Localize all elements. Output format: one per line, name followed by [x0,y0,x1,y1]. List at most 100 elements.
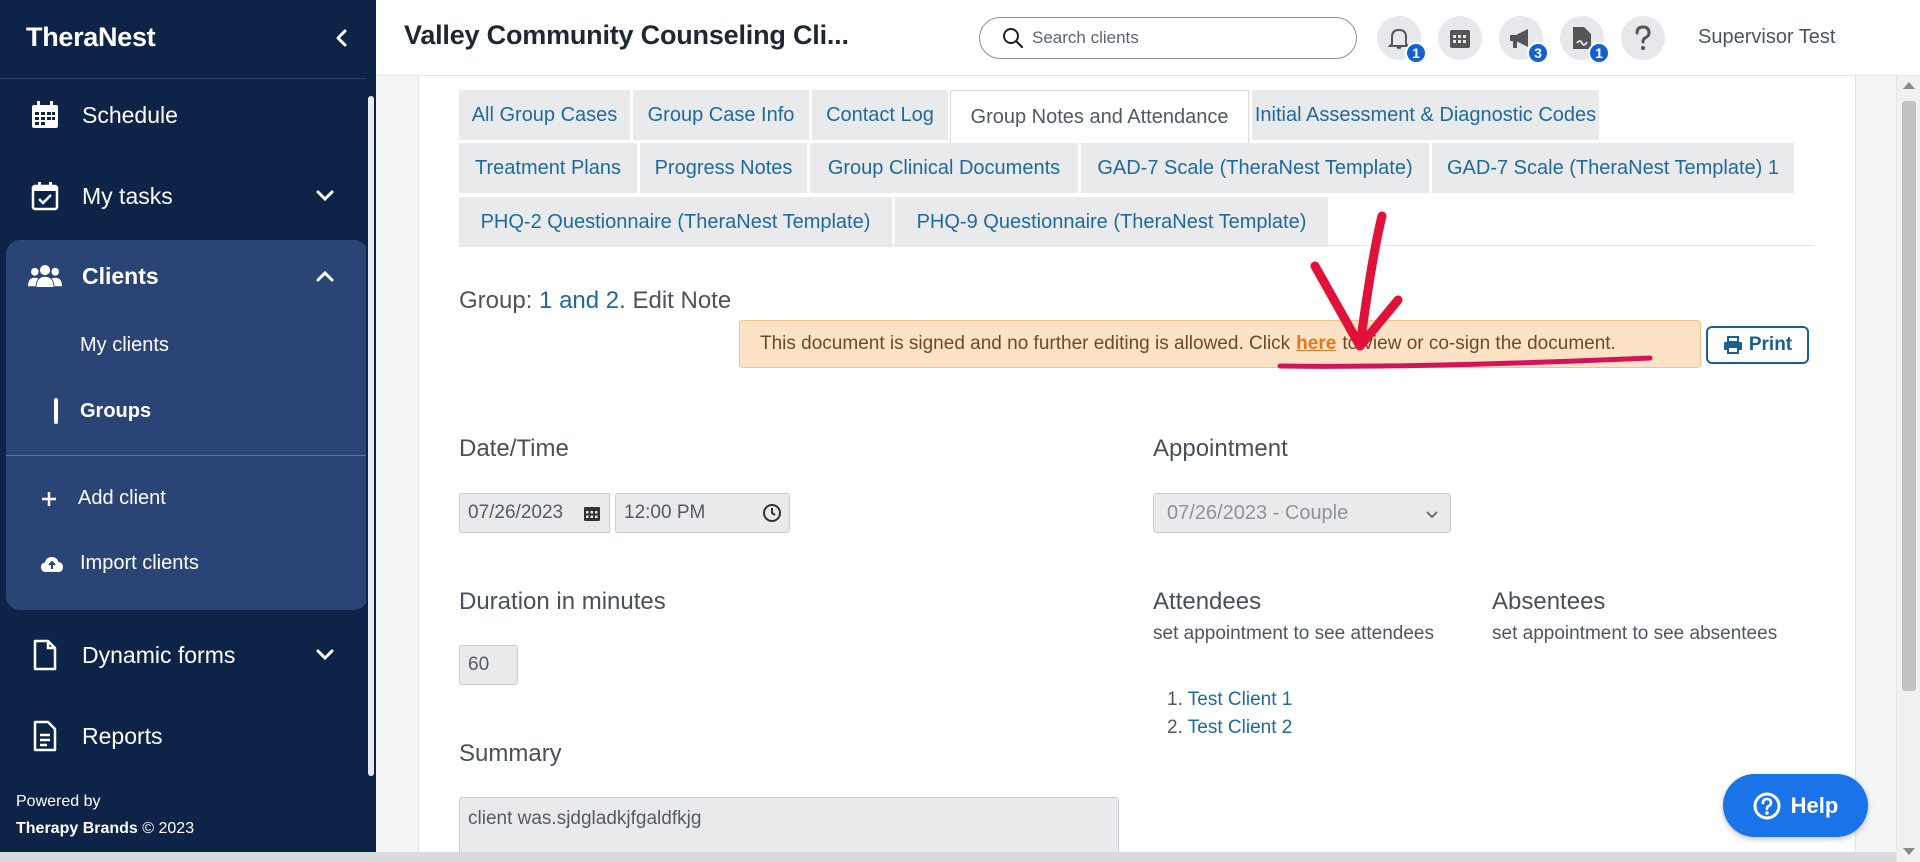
calendar-icon [1450,30,1470,48]
chevron-left-icon [336,29,347,47]
top-header: Valley Community Counseling Cli... 1 3 1… [376,0,1920,76]
users-icon [28,259,62,293]
tab-initial-assessment[interactable]: Initial Assessment & Diagnostic Codes [1252,90,1599,140]
report-icon [28,719,62,753]
alert-text-before: This document is signed and no further e… [760,333,1291,354]
appointment-label: Appointment [1153,435,1288,462]
search-box[interactable] [979,17,1357,59]
chevron-down-icon [1426,511,1438,519]
sidebar-divider [0,78,366,79]
sidebar-subitem-my-clients[interactable]: My clients [80,334,169,357]
duration-label: Duration in minutes [459,588,666,615]
attendees-help: set appointment to see attendees [1153,623,1434,644]
sidebar-item-clients[interactable]: Clients [0,241,366,311]
alert-text-after: to view or co-sign the document. [1342,333,1616,354]
announcements-badge: 3 [1527,42,1549,64]
sidebar-item-label: Schedule [82,101,178,128]
help-center-button[interactable] [1621,16,1665,60]
attendee-link[interactable]: Test Client 2 [1188,717,1293,738]
sidebar-item-label: Dynamic forms [82,641,236,668]
calendar-button[interactable] [1438,16,1482,60]
view-cosign-link[interactable]: here [1296,333,1336,355]
practice-name: Valley Community Counseling Cli... [404,20,849,50]
tab-group-notes-and-attendance[interactable]: Group Notes and Attendance [950,90,1249,144]
document-icon [28,638,62,672]
panel-divider [6,455,368,456]
import-clients-button[interactable]: Import clients [40,552,199,575]
notifications-button[interactable]: 1 [1377,16,1427,64]
scroll-up-arrow[interactable] [1903,82,1915,89]
tab-gad7-scale[interactable]: GAD-7 Scale (TheraNest Template) [1081,143,1429,193]
printer-icon [1723,336,1742,354]
page-scroll-thumb[interactable] [1902,101,1916,691]
list-item: 2. Test Client 2 [1167,717,1293,738]
cloud-upload-icon [41,556,63,572]
add-client-label: Add client [78,487,166,509]
powered-by: Powered by Therapy Brands © 2023 [16,788,194,842]
sidebar-item-reports[interactable]: Reports [0,701,366,771]
scroll-down-arrow[interactable] [1903,848,1915,855]
sidebar: TheraNest Schedule My tasks Clients My c… [0,0,376,862]
date-picker-button[interactable] [574,493,610,533]
tab-phq2-questionnaire[interactable]: PHQ-2 Questionnaire (TheraNest Template) [459,197,892,247]
tab-gad7-scale-1[interactable]: GAD-7 Scale (TheraNest Template) 1 [1432,143,1794,193]
print-label: Print [1748,334,1793,355]
help-circle-icon [1753,792,1781,819]
company-line: Therapy Brands © 2023 [16,815,194,842]
date-input[interactable]: 07/26/2023 [459,493,575,533]
page-scrollbar[interactable] [1896,76,1920,862]
tab-group-clinical-documents[interactable]: Group Clinical Documents [810,143,1078,193]
brand-logo: TheraNest [26,22,156,52]
appointment-select[interactable]: 07/26/2023 - Couple [1153,493,1451,533]
user-menu[interactable]: Supervisor Test [1698,26,1835,49]
search-input[interactable] [1032,28,1332,48]
tab-contact-log[interactable]: Contact Log [812,90,948,140]
summary-label: Summary [459,740,562,767]
tab-phq9-questionnaire[interactable]: PHQ-9 Questionnaire (TheraNest Template) [895,197,1328,247]
sidebar-item-schedule[interactable]: Schedule [0,80,366,150]
sidebar-scrollbar[interactable] [366,0,376,862]
help-button[interactable]: Help [1723,774,1868,837]
documents-button[interactable]: 1 [1560,16,1610,64]
attendees-label: Attendees [1153,588,1262,615]
time-input[interactable]: 12:00 PM [615,493,755,533]
duration-input[interactable]: 60 [459,645,518,685]
datetime-label: Date/Time [459,435,569,462]
sidebar-item-dynamic-forms[interactable]: Dynamic forms [0,620,366,690]
tabs-divider [459,245,1814,246]
add-client-button[interactable]: Add client [40,487,166,510]
tab-treatment-plans[interactable]: Treatment Plans [459,143,637,193]
sidebar-item-label: Reports [82,722,163,749]
help-label: Help [1790,792,1839,818]
calendar-icon [583,507,600,521]
tab-progress-notes[interactable]: Progress Notes [640,143,807,193]
announcements-button[interactable]: 3 [1499,16,1549,64]
collapse-sidebar-button[interactable] [330,26,354,50]
chevron-down-icon [316,649,334,661]
appointment-value: 07/26/2023 - Couple [1167,501,1349,524]
tab-group-case-info[interactable]: Group Case Info [633,90,809,140]
chevron-down-icon [316,190,334,202]
signed-document-alert: This document is signed and no further e… [739,320,1701,368]
tab-all-group-cases[interactable]: All Group Cases [459,90,630,140]
sidebar-scroll-thumb[interactable] [368,96,374,776]
horizontal-scrollbar[interactable] [0,852,1896,862]
group-name-link[interactable]: 1 and 2 [539,287,619,314]
copyright: © 2023 [142,820,195,837]
question-icon [1635,25,1651,50]
attendee-link[interactable]: Test Client 1 [1188,689,1293,710]
list-item: 1. Test Client 1 [1167,689,1293,710]
powered-by-text: Powered by [16,793,101,810]
note-title: Group: 1 and 2. Edit Note [459,287,731,315]
plus-icon [42,491,56,506]
company-name: Therapy Brands [16,820,138,837]
clock-icon [762,504,781,522]
calendar-icon [28,98,62,132]
absentees-label: Absentees [1492,588,1606,615]
sidebar-item-my-tasks[interactable]: My tasks [0,161,366,231]
attendees-list: 1. Test Client 1 2. Test Client 2 [1167,686,1292,742]
print-button[interactable]: Print [1706,326,1809,364]
time-picker-button[interactable] [754,493,790,533]
sidebar-item-label: Clients [82,262,159,289]
sidebar-subitem-groups[interactable]: Groups [80,400,151,423]
